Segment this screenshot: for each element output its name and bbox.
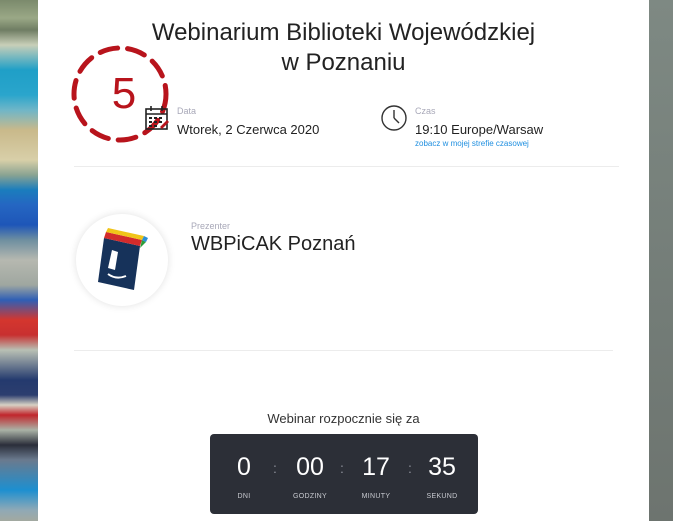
presenter-avatar [76,214,168,306]
countdown-hours-value: 00 [296,453,324,481]
divider-top [74,166,619,167]
countdown-days-value: 0 [237,453,251,481]
countdown-label: Webinar rozpocznie się za [267,411,420,426]
date-label: Data [177,106,197,116]
time-label: Czas [415,106,436,116]
countdown-days: 0 DNI [212,434,276,500]
countdown-minutes-label: MINUTY [361,493,391,500]
date-value: Wtorek, 2 Czerwca 2020 [177,122,320,137]
timezone-link[interactable]: zobacz w mojej strefie czasowej [415,139,529,148]
background-right-photo [649,0,673,521]
countdown-separator: : [273,460,277,476]
countdown-timer: 0 DNI : 00 GODZINY : 17 MINUTY : 35 SEKU… [210,434,478,514]
background-left-photo [0,0,38,521]
countdown-seconds-label: SEKUND [426,493,458,500]
clock-icon [381,105,407,131]
countdown-minutes-value: 17 [362,453,390,481]
annotation-number: 5 [111,69,137,118]
calendar-icon [145,106,169,130]
divider-bottom [74,350,613,351]
time-value: 19:10 Europe/Warsaw [415,122,544,137]
countdown-hours-label: GODZINY [293,493,327,500]
countdown-hours: 00 GODZINY [278,434,342,500]
presenter-label: Prezenter [191,221,231,231]
countdown-seconds-value: 35 [428,453,456,481]
countdown-minutes: 17 MINUTY [344,434,408,500]
presenter-name: WBPiCAK Poznań [191,233,356,255]
countdown-seconds: 35 SEKUND [410,434,474,500]
countdown-days-label: DNI [237,493,251,500]
webinar-card: Webinarium Biblioteki Wojewódzkiej w Poz… [38,0,649,521]
presenter-logo-icon [98,228,148,290]
